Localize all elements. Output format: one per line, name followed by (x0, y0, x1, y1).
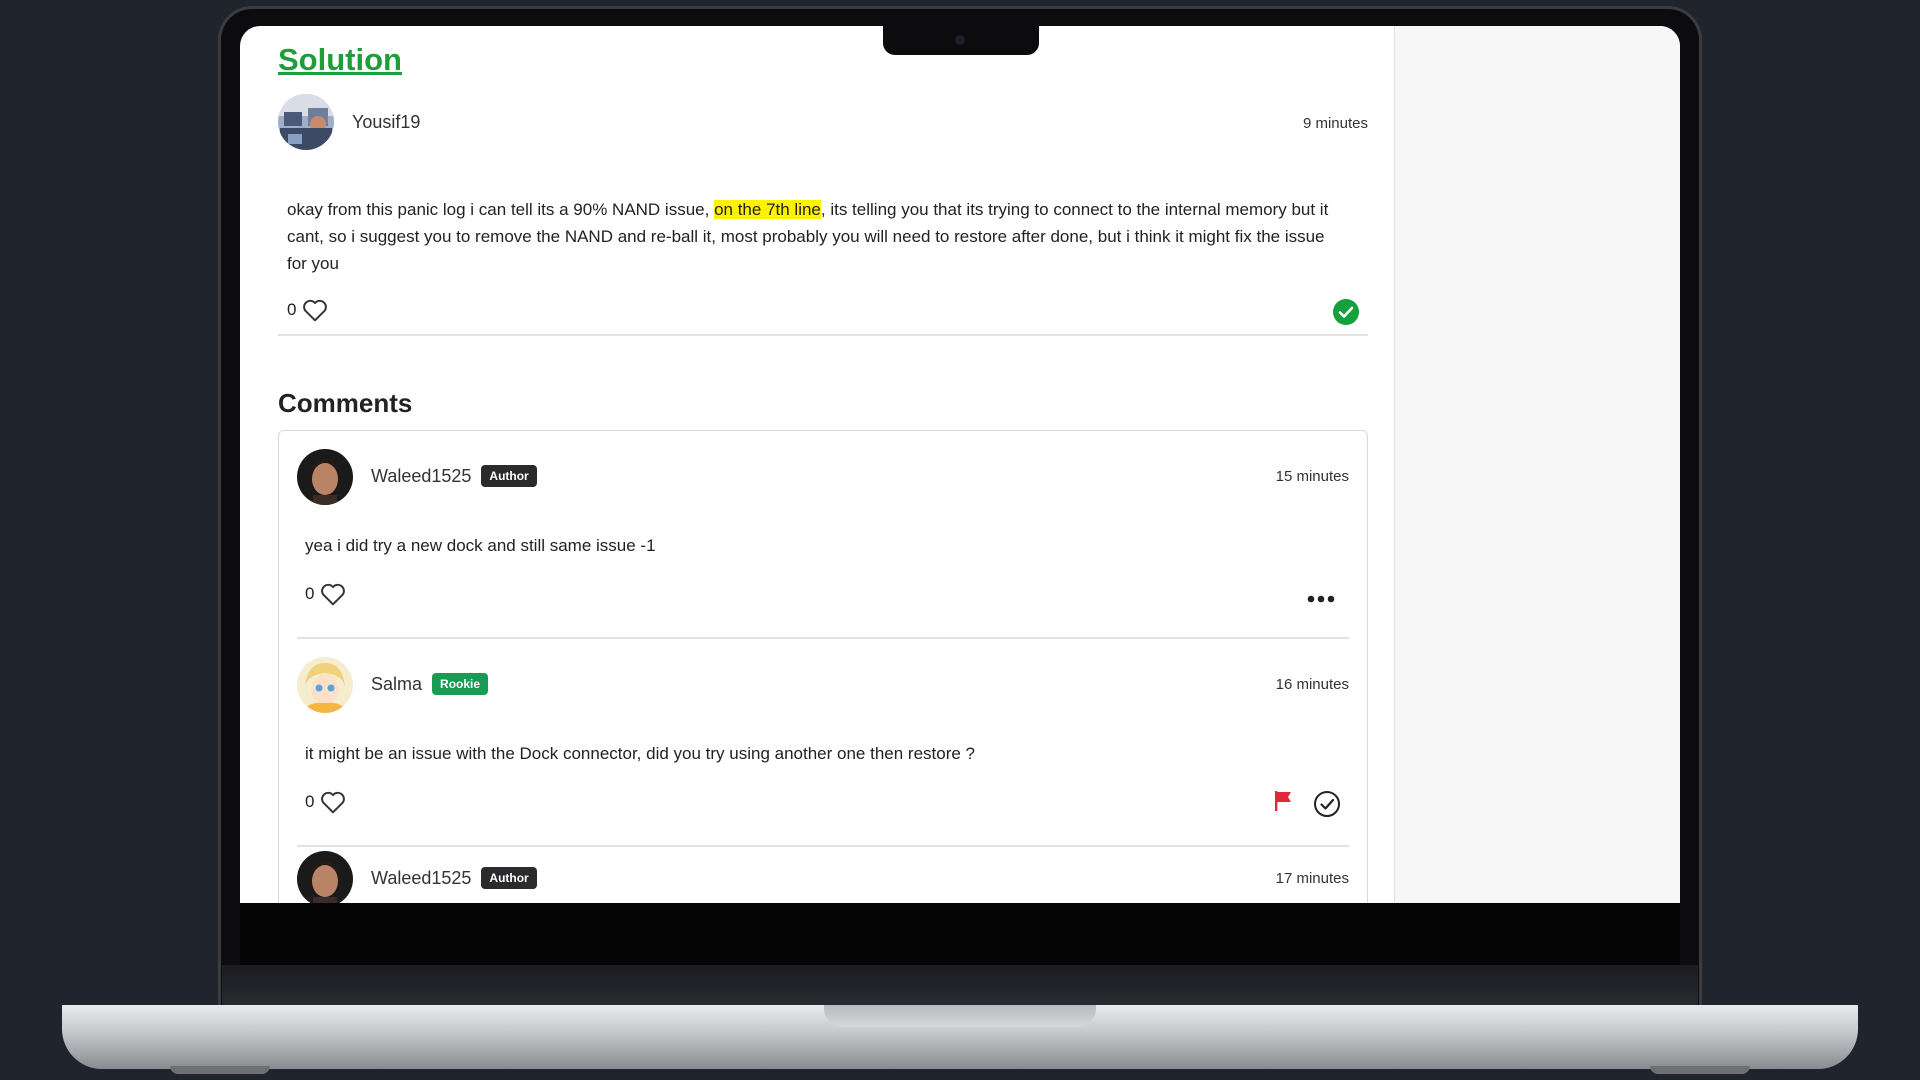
comment-item: Salma Rookie 16 minutes it might be an is… (279, 657, 1367, 847)
like-count: 0 (287, 300, 297, 319)
laptop-foot-right (1650, 1066, 1750, 1074)
solution-text: okay from this panic log i can tell its … (287, 196, 1342, 277)
divider (297, 845, 1349, 847)
check-circle-outline-icon[interactable] (1313, 790, 1341, 818)
heart-icon[interactable] (320, 790, 346, 814)
like-counter: 0 (305, 582, 346, 606)
avatar[interactable] (278, 94, 334, 150)
laptop-foot-left (170, 1066, 270, 1074)
rookie-badge: Rookie (432, 673, 489, 695)
comments-list: Waleed1525 Author 15 minutes yea i did tr… (278, 430, 1368, 903)
post-time: 9 minutes (1302, 115, 1368, 132)
comment-time: 17 minutes (1275, 870, 1349, 887)
comment-item: Waleed1525 Author 15 minutes yea i did tr… (279, 449, 1367, 639)
thread-main: Solution Yousif19 9 minutes okay from th… (278, 26, 1368, 903)
check-circle-icon (1333, 299, 1359, 325)
solution-text-highlight: on the 7th line (714, 200, 821, 219)
heart-icon[interactable] (302, 298, 328, 322)
avatar[interactable] (297, 449, 353, 505)
camera-icon (955, 35, 965, 45)
solution-text-part: okay from this panic log i can tell its … (287, 200, 715, 219)
like-counter: 0 (305, 790, 346, 814)
comment-author[interactable]: Salma Rookie (371, 673, 489, 695)
heart-icon[interactable] (320, 582, 346, 606)
flag-icon[interactable] (1273, 790, 1293, 812)
comment-author[interactable]: Waleed1525 Author (371, 465, 537, 487)
avatar[interactable] (297, 657, 353, 713)
solution-title[interactable]: Solution (278, 42, 402, 78)
right-sidebar (1394, 26, 1680, 903)
like-count: 0 (305, 792, 315, 811)
comment-text: yea i did try a new dock and still same … (305, 536, 656, 555)
comment-author-name[interactable]: Waleed1525 (371, 868, 471, 888)
like-counter: 0 (287, 298, 328, 322)
comment-author-name[interactable]: Waleed1525 (371, 466, 471, 486)
comment-item: Waleed1525 Author 17 minutes (279, 851, 1367, 903)
divider (278, 334, 1368, 336)
laptop-base-notch (824, 1005, 1096, 1027)
comments-heading: Comments (278, 388, 413, 418)
comment-author-name[interactable]: Salma (371, 674, 422, 694)
author-badge: Author (481, 465, 537, 487)
comment-author[interactable]: Waleed1525 Author (371, 867, 537, 889)
like-count: 0 (305, 584, 315, 603)
divider (297, 637, 1349, 639)
laptop-bezel-bottom (240, 903, 1680, 965)
camera-notch (883, 25, 1039, 55)
author-badge: Author (481, 867, 537, 889)
avatar[interactable] (297, 851, 353, 903)
comment-text: it might be an issue with the Dock conne… (305, 744, 975, 763)
laptop-hinge (222, 965, 1698, 1007)
post-author[interactable]: Yousif19 (352, 112, 420, 133)
comment-time: 15 minutes (1275, 468, 1349, 485)
comment-time: 16 minutes (1275, 676, 1349, 693)
more-dots-icon[interactable] (1307, 595, 1335, 603)
screen: Solution Yousif19 9 minutes okay from th… (240, 26, 1680, 903)
